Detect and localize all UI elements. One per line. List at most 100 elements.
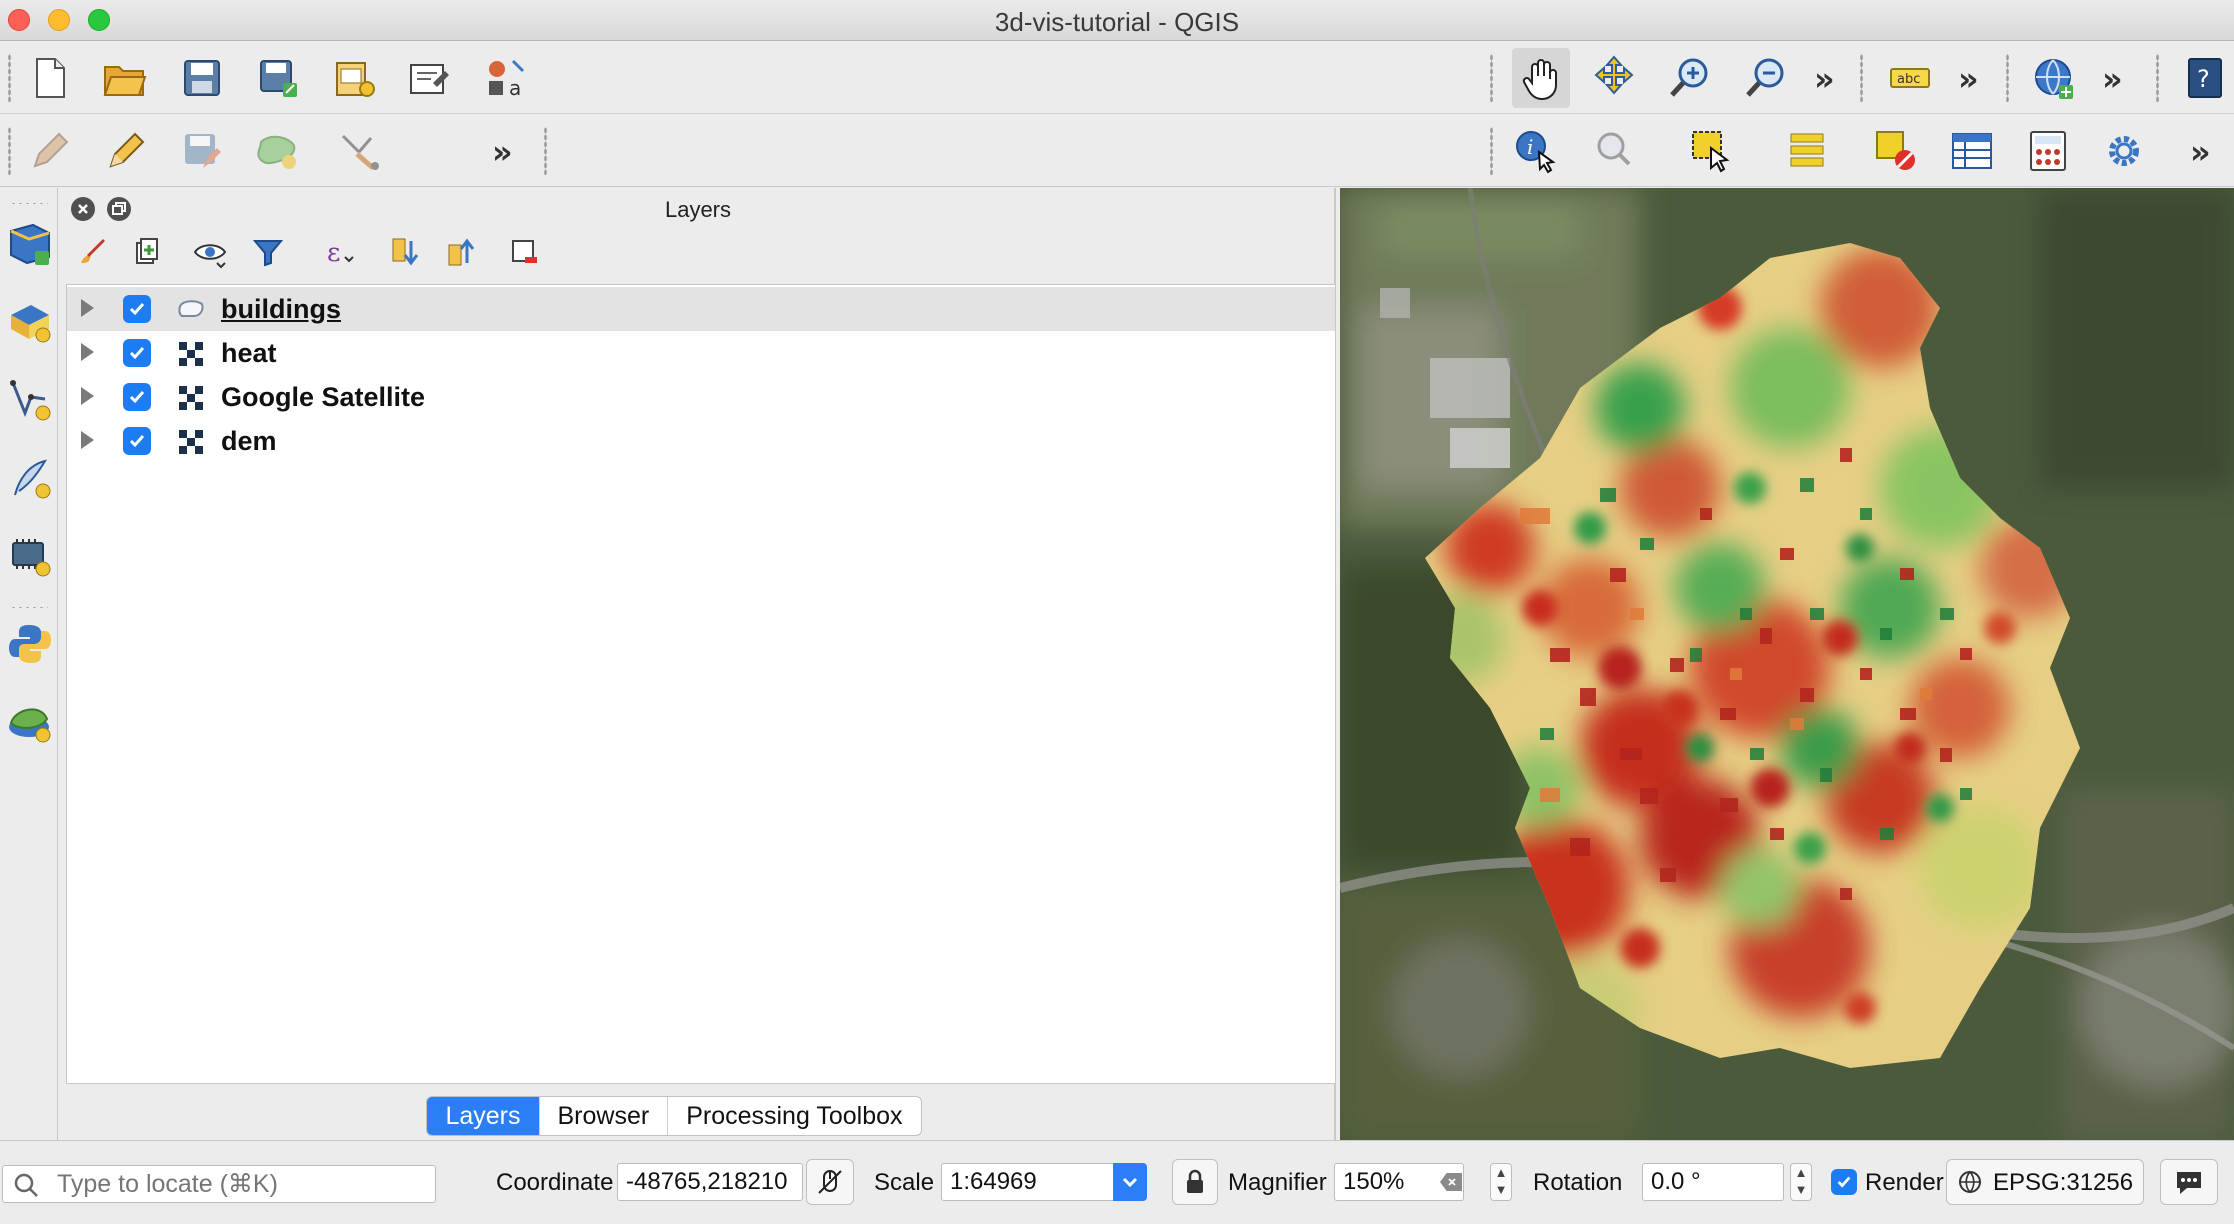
locator-box[interactable]: [2, 1165, 436, 1203]
select-by-attribute-icon[interactable]: [1784, 125, 1836, 177]
toolbar-grip[interactable]: [2156, 54, 2159, 102]
toolbar-grip[interactable]: [1490, 54, 1493, 102]
layer-row-buildings[interactable]: buildings: [67, 287, 1335, 331]
print-layout-icon[interactable]: [328, 52, 380, 104]
layer-name: dem: [221, 426, 277, 456]
collapse-all-icon[interactable]: [442, 232, 482, 272]
remove-layer-icon[interactable]: [504, 232, 544, 272]
field-calculator-icon[interactable]: [2022, 125, 2074, 177]
map-canvas[interactable]: [1340, 188, 2234, 1140]
layer-visibility-checkbox[interactable]: [123, 339, 151, 367]
layer-row-google-satellite[interactable]: Google Satellite: [67, 375, 1335, 419]
current-edits-pencil-icon[interactable]: [24, 125, 76, 177]
toggle-extents-mouse-icon[interactable]: [806, 1159, 854, 1205]
style-manager-icon[interactable]: a: [480, 52, 532, 104]
expand-all-icon[interactable]: [386, 232, 426, 272]
visibility-eye-icon[interactable]: [190, 232, 230, 272]
tab-processing-toolbox[interactable]: Processing Toolbox: [668, 1097, 920, 1135]
save-as-icon[interactable]: [252, 52, 304, 104]
style-layer-brush-icon[interactable]: [72, 232, 112, 272]
render-checkbox[interactable]: [1831, 1169, 1857, 1195]
coordinate-field[interactable]: -48765,218210: [617, 1163, 803, 1201]
magnifier-label: Magnifier: [1228, 1169, 1327, 1196]
add-delimited-text-layer-icon[interactable]: [4, 452, 56, 504]
tab-browser[interactable]: Browser: [540, 1097, 669, 1135]
rotation-field[interactable]: 0.0 °: [1642, 1163, 1784, 1201]
toolbar-overflow-chevron-icon[interactable]: »: [1814, 60, 1835, 98]
map-tips-icon[interactable]: [1590, 125, 1642, 177]
toggle-editing-icon[interactable]: [100, 125, 152, 177]
identify-features-icon[interactable]: i: [1510, 125, 1562, 177]
add-mesh-layer-icon[interactable]: [4, 696, 56, 748]
help-icon[interactable]: ?: [2178, 52, 2230, 104]
layers-panel-header: Layers: [62, 188, 1334, 228]
coordinate-label: Coordinate: [496, 1169, 614, 1196]
python-console-icon[interactable]: [4, 618, 56, 670]
toolbar-overflow-chevron-icon[interactable]: »: [492, 133, 513, 171]
magnifier-spinner[interactable]: ▲ ▼: [1490, 1163, 1512, 1201]
add-wms-layer-icon[interactable]: [2028, 52, 2080, 104]
map-view[interactable]: [1340, 188, 2234, 1140]
toolbar-overflow-chevron-icon[interactable]: »: [2102, 60, 2123, 98]
expand-arrow-icon[interactable]: [81, 299, 94, 317]
qgis-window: 3d-vis-tutorial - QGIS a » abc » » ? » i…: [0, 0, 2234, 1224]
toolbar-grip[interactable]: [8, 127, 11, 175]
layers-panel: Layers ε buildings heat Google Satellite…: [62, 188, 1336, 1140]
layer-visibility-checkbox[interactable]: [123, 295, 151, 323]
crs-button[interactable]: EPSG:31256: [1946, 1159, 2144, 1205]
toolbar-grip[interactable]: [2006, 54, 2009, 102]
layer-visibility-checkbox[interactable]: [123, 427, 151, 455]
select-features-icon[interactable]: [1686, 125, 1738, 177]
save-project-icon[interactable]: [176, 52, 228, 104]
toolbar-grip[interactable]: [1860, 54, 1863, 102]
svg-text:?: ?: [2197, 65, 2210, 93]
toolbar-grip[interactable]: [544, 127, 547, 175]
add-spatialite-layer-icon[interactable]: [4, 374, 56, 426]
expand-arrow-icon[interactable]: [81, 343, 94, 361]
deselect-features-icon[interactable]: [1870, 125, 1922, 177]
add-polygon-feature-icon[interactable]: [252, 125, 304, 177]
add-vector-layer-icon[interactable]: [4, 218, 56, 270]
rotation-spinner[interactable]: ▲ ▼: [1790, 1163, 1812, 1201]
pan-to-selection-icon[interactable]: [1588, 52, 1640, 104]
svg-text:i: i: [1527, 135, 1533, 159]
project-toolbar: a » abc » » ?: [0, 42, 2234, 114]
zoom-in-icon[interactable]: [1664, 52, 1716, 104]
add-raster-layer-icon[interactable]: [4, 296, 56, 348]
add-group-icon[interactable]: [128, 232, 168, 272]
vertex-tool-icon[interactable]: [334, 125, 386, 177]
scale-dropdown-chevron-down-icon[interactable]: [1113, 1163, 1147, 1201]
new-project-icon[interactable]: [24, 52, 76, 104]
layer-row-dem[interactable]: dem: [67, 419, 1335, 463]
layer-row-heat[interactable]: heat: [67, 331, 1335, 375]
expand-arrow-icon[interactable]: [81, 431, 94, 449]
add-gpx-layer-icon[interactable]: [4, 530, 56, 582]
lock-scale-lock-icon[interactable]: [1172, 1159, 1218, 1205]
layer-visibility-checkbox[interactable]: [123, 383, 151, 411]
attribute-table-icon[interactable]: [1946, 125, 1998, 177]
label-icon[interactable]: abc: [1884, 52, 1936, 104]
svg-text:a: a: [509, 76, 521, 100]
pan-map-icon[interactable]: [1512, 48, 1570, 108]
toolbar-grip[interactable]: [1490, 127, 1493, 175]
processing-settings-gear-icon[interactable]: [2098, 125, 2150, 177]
layout-manager-icon[interactable]: [404, 52, 456, 104]
zoom-out-icon[interactable]: [1740, 52, 1792, 104]
toolbar-grip[interactable]: [10, 606, 48, 609]
filter-by-expression-icon[interactable]: ε: [320, 232, 360, 272]
raster-layer-icon: [179, 430, 203, 454]
tab-layers[interactable]: Layers: [427, 1097, 540, 1135]
toolbar-overflow-chevron-icon[interactable]: »: [1958, 60, 1979, 98]
messages-icon[interactable]: [2160, 1159, 2218, 1205]
filter-legend-icon[interactable]: [248, 232, 288, 272]
open-project-icon[interactable]: [98, 52, 150, 104]
toolbar-overflow-chevron-icon[interactable]: »: [2190, 133, 2211, 171]
toolbar-grip[interactable]: [10, 202, 48, 205]
locator-input[interactable]: [57, 1168, 427, 1200]
status-bar: Coordinate -48765,218210 Scale 1:64969 M…: [0, 1140, 2234, 1224]
toolbar-grip[interactable]: [8, 54, 11, 102]
expand-arrow-icon[interactable]: [81, 387, 94, 405]
scale-field[interactable]: 1:64969: [941, 1163, 1115, 1201]
save-edits-icon[interactable]: [176, 125, 228, 177]
rotation-label: Rotation: [1533, 1169, 1623, 1196]
